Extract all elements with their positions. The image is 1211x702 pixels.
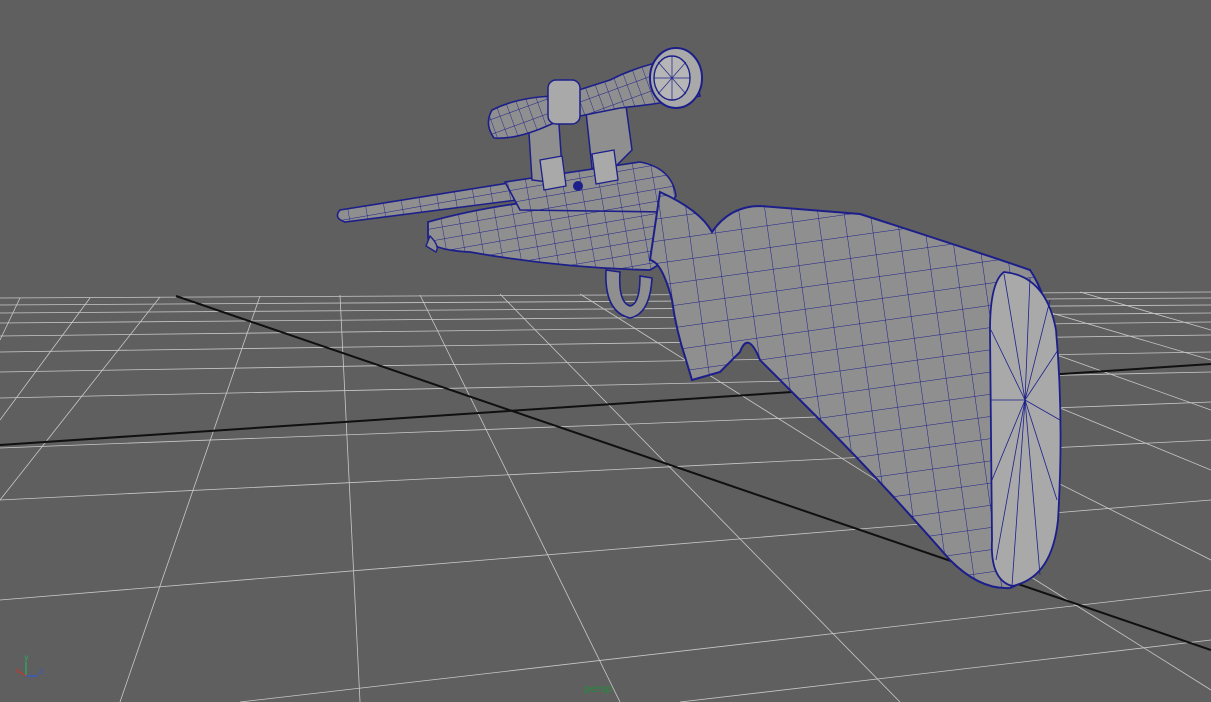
maya-perspective-viewport[interactable]: y z x persp xyxy=(0,0,1211,702)
axis-gizmo-icon: y z x xyxy=(15,653,43,677)
axis-x-line xyxy=(19,671,27,677)
scene-canvas[interactable] xyxy=(0,0,1211,702)
rifle-mesh[interactable] xyxy=(336,47,1062,590)
bolt-handle-icon xyxy=(573,181,583,191)
axis-y-label: y xyxy=(24,653,29,662)
scope-turret[interactable] xyxy=(547,79,581,125)
axis-z-label: z xyxy=(39,667,43,676)
camera-name-label: persp xyxy=(584,684,613,695)
trigger-guard[interactable] xyxy=(605,269,653,319)
axis-x-label: x xyxy=(15,666,20,675)
butt-plate[interactable] xyxy=(989,271,1062,587)
